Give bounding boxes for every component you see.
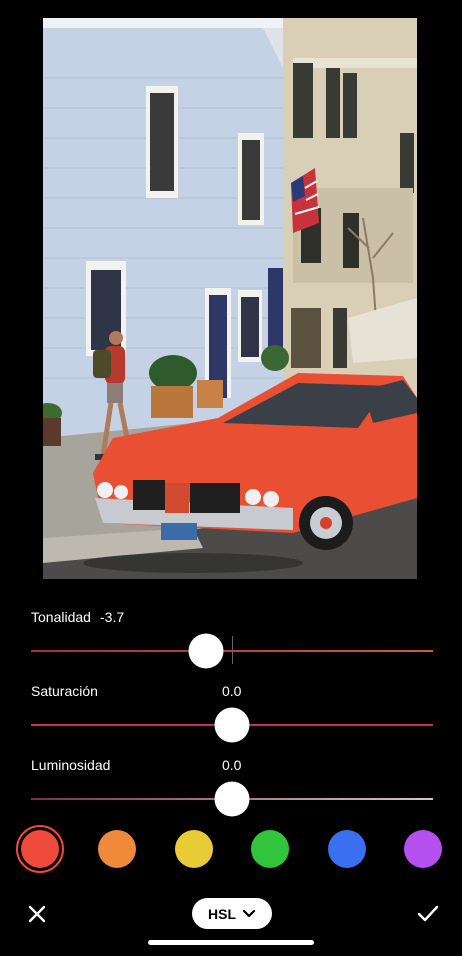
slider-saturation-label: Saturación (31, 683, 98, 699)
checkmark-icon (417, 905, 439, 922)
slider-saturation-thumb[interactable] (214, 707, 250, 743)
slider-saturation-value: 0.0 (222, 683, 242, 699)
color-swatch-blue[interactable] (328, 830, 366, 868)
photo-image (43, 18, 417, 579)
slider-luminance-thumb[interactable] (214, 781, 250, 817)
close-icon (28, 905, 46, 923)
slider-hue-center-mark (232, 636, 233, 664)
slider-hue-label: Tonalidad (31, 609, 91, 625)
slider-hue-value: -3.7 (100, 609, 125, 625)
hsl-mode-button[interactable]: HSL (192, 898, 272, 929)
chevron-down-icon (242, 909, 256, 917)
color-swatch-red[interactable] (16, 825, 64, 873)
color-swatch-orange[interactable] (98, 830, 136, 868)
hsl-mode-label: HSL (208, 905, 236, 922)
slider-luminance-value: 0.0 (222, 757, 242, 773)
confirm-button[interactable] (416, 903, 440, 925)
photo-preview (43, 18, 417, 579)
slider-hue-thumb[interactable] (188, 633, 224, 669)
color-swatch-green[interactable] (251, 830, 289, 868)
slider-luminance-label: Luminosidad (31, 757, 111, 773)
color-swatch-yellow[interactable] (175, 830, 213, 868)
color-swatch-purple[interactable] (404, 830, 442, 868)
home-indicator (148, 940, 314, 945)
cancel-button[interactable] (26, 903, 48, 925)
